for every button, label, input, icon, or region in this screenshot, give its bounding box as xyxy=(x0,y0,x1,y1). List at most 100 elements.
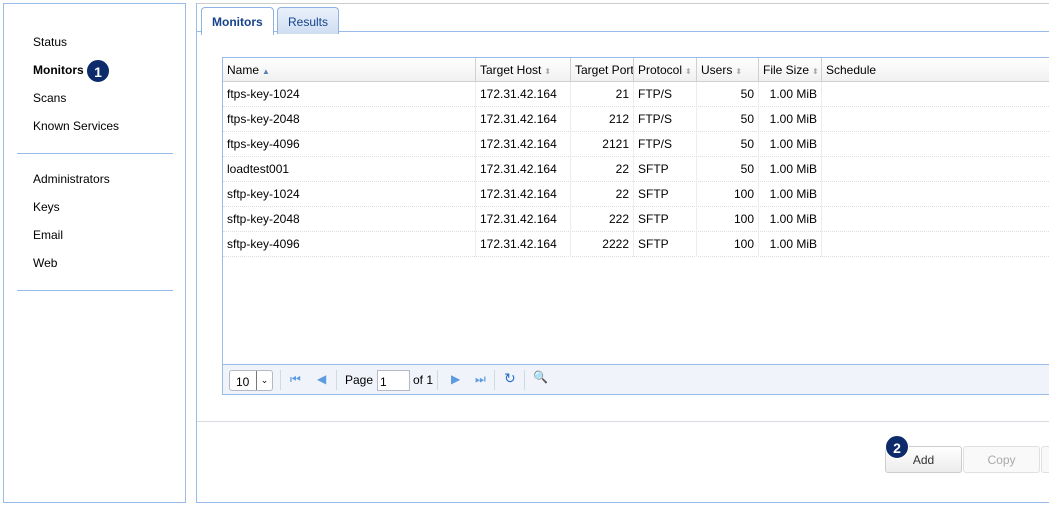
cell-target-port: 2222 xyxy=(571,232,634,257)
refresh-icon[interactable]: ↻ xyxy=(504,370,516,387)
copy-button[interactable]: Copy xyxy=(963,446,1040,473)
cell-target-port: 21 xyxy=(571,82,634,107)
table-row[interactable]: ftps-key-1024 172.31.42.164 21 FTP/S 50 1.00 … xyxy=(223,82,1049,107)
cell-users: 100 xyxy=(697,207,759,232)
cell-target-port: 2121 xyxy=(571,132,634,157)
tab-monitors[interactable]: Monitors xyxy=(201,7,274,35)
column-header-protocol[interactable]: Protocol ⬍ xyxy=(634,58,697,82)
cell-target-host: 172.31.42.164 xyxy=(476,157,571,182)
cell-schedule xyxy=(822,207,1049,232)
sidebar-divider xyxy=(17,290,173,291)
main-panel: Monitors Results Name ▲ Target Host ⬍ Target… xyxy=(196,3,1049,503)
cell-target-host: 172.31.42.164 xyxy=(476,207,571,232)
table-row[interactable]: sftp-key-4096 172.31.42.164 2222 SFTP 100 1.0… xyxy=(223,232,1049,257)
column-label: Target Port xyxy=(575,63,634,77)
cell-file-size: 1.00 MiB xyxy=(759,207,822,232)
table-row[interactable]: sftp-key-2048 172.31.42.164 222 SFTP 100 1.00… xyxy=(223,207,1049,232)
first-page-icon[interactable]: ⏮ xyxy=(290,372,301,387)
cell-protocol: SFTP xyxy=(634,182,697,207)
sidebar-divider xyxy=(17,153,173,154)
more-button[interactable] xyxy=(1041,446,1049,473)
cell-schedule xyxy=(822,232,1049,257)
sidebar-item-known-services[interactable]: Known Services xyxy=(33,119,119,133)
page-size-select[interactable]: 10 ⌄ xyxy=(229,370,273,391)
column-label: Target Host xyxy=(480,63,542,77)
cell-file-size: 1.00 MiB xyxy=(759,132,822,157)
column-header-target-host[interactable]: Target Host ⬍ xyxy=(476,58,571,82)
footer-divider xyxy=(197,421,1049,422)
cell-schedule xyxy=(822,157,1049,182)
cell-protocol: FTP/S xyxy=(634,107,697,132)
page-label: Page xyxy=(345,373,374,387)
cell-users: 50 xyxy=(697,132,759,157)
column-header-name[interactable]: Name ▲ xyxy=(223,58,476,82)
cell-target-host: 172.31.42.164 xyxy=(476,132,571,157)
cell-schedule xyxy=(822,182,1049,207)
sidebar-item-status[interactable]: Status xyxy=(33,35,67,49)
cell-schedule xyxy=(822,107,1049,132)
cell-users: 50 xyxy=(697,107,759,132)
cell-name: ftps-key-4096 xyxy=(223,132,476,157)
cell-schedule xyxy=(822,82,1049,107)
cell-target-port: 222 xyxy=(571,207,634,232)
sidebar-item-web[interactable]: Web xyxy=(33,256,57,270)
sort-ascending-icon: ▲ xyxy=(262,67,270,76)
sidebar-item-scans[interactable]: Scans xyxy=(33,91,66,105)
column-header-users[interactable]: Users ⬍ xyxy=(697,58,759,82)
cell-file-size: 1.00 MiB xyxy=(759,107,822,132)
sort-icon: ⬍ xyxy=(812,67,819,76)
page-size-value: 10 xyxy=(236,375,250,389)
cell-name: sftp-key-4096 xyxy=(223,232,476,257)
table-row[interactable]: loadtest001 172.31.42.164 22 SFTP 50 1.00 MiB xyxy=(223,157,1049,182)
cell-file-size: 1.00 MiB xyxy=(759,82,822,107)
sort-icon: ⬍ xyxy=(685,67,692,76)
next-page-icon[interactable]: ▶ xyxy=(451,372,460,386)
table-row[interactable]: ftps-key-4096 172.31.42.164 2121 FTP/S 50 1.0… xyxy=(223,132,1049,157)
column-label: Schedule xyxy=(826,63,877,77)
callout-badge-2: 2 xyxy=(885,435,909,459)
table-row[interactable]: sftp-key-1024 172.31.42.164 22 SFTP 100 1.00 … xyxy=(223,182,1049,207)
cell-protocol: FTP/S xyxy=(634,132,697,157)
sidebar-item-monitors[interactable]: Monitors xyxy=(33,63,84,77)
cell-schedule xyxy=(822,132,1049,157)
prev-page-icon[interactable]: ◀ xyxy=(317,372,326,386)
cell-target-host: 172.31.42.164 xyxy=(476,182,571,207)
table-row[interactable]: ftps-key-2048 172.31.42.164 212 FTP/S 50 1.00… xyxy=(223,107,1049,132)
column-label: Protocol xyxy=(638,63,683,77)
callout-badge-1: 1 xyxy=(86,59,110,83)
cell-name: sftp-key-2048 xyxy=(223,207,476,232)
cell-target-host: 172.31.42.164 xyxy=(476,82,571,107)
cell-file-size: 1.00 MiB xyxy=(759,157,822,182)
column-label: Users xyxy=(701,63,733,77)
chevron-down-icon[interactable]: ⌄ xyxy=(256,371,272,390)
column-header-target-port[interactable]: Target Port⬍ xyxy=(571,58,634,82)
cell-name: ftps-key-2048 xyxy=(223,107,476,132)
cell-protocol: SFTP xyxy=(634,207,697,232)
sidebar-item-keys[interactable]: Keys xyxy=(33,200,60,214)
sidebar-item-email[interactable]: Email xyxy=(33,228,63,242)
monitors-grid: Name▲Target Host⬍Target Port⬍Protocol⬍Us… xyxy=(222,57,1049,395)
search-icon[interactable]: 🔍 xyxy=(533,370,548,384)
cell-name: ftps-key-1024 xyxy=(223,82,476,107)
sort-icon: ⬍ xyxy=(544,67,552,76)
tab-results[interactable]: Results xyxy=(277,7,340,34)
cell-target-host: 172.31.42.164 xyxy=(476,232,571,257)
cell-name: sftp-key-1024 xyxy=(223,182,476,207)
column-header-file-size[interactable]: File Size ⬍ xyxy=(759,58,822,82)
column-label: Name xyxy=(227,63,260,77)
cell-target-host: 172.31.42.164 xyxy=(476,107,571,132)
cell-protocol: SFTP xyxy=(634,232,697,257)
page-count-label: of 1 xyxy=(413,373,434,387)
cell-users: 50 xyxy=(697,157,759,182)
tab-strip: Monitors Results xyxy=(197,3,1049,35)
column-label: File Size xyxy=(763,63,810,77)
column-header-schedule[interactable]: Schedule xyxy=(822,58,1049,82)
cell-users: 100 xyxy=(697,232,759,257)
cell-protocol: FTP/S xyxy=(634,82,697,107)
sidebar-item-administrators[interactable]: Administrators xyxy=(33,172,110,186)
cell-protocol: SFTP xyxy=(634,157,697,182)
last-page-icon[interactable]: ⏭ xyxy=(475,372,486,387)
cell-users: 50 xyxy=(697,82,759,107)
cell-file-size: 1.00 MiB xyxy=(759,182,822,207)
page-number-input[interactable]: 1 xyxy=(377,370,410,391)
